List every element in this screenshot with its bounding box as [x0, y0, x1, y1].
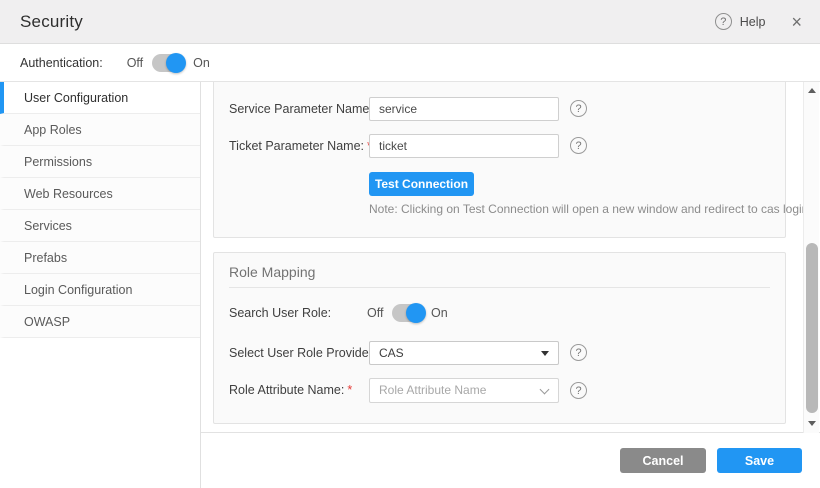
toggle-knob: [406, 303, 426, 323]
service-parameter-help-icon[interactable]: ?: [570, 100, 587, 117]
search-user-role-row: Search User Role: Off On: [229, 301, 770, 325]
user-role-provider-value: CAS: [379, 346, 404, 360]
service-parameter-input[interactable]: [369, 97, 559, 121]
chevron-down-icon: [540, 385, 550, 395]
save-button[interactable]: Save: [717, 448, 802, 473]
help-link[interactable]: Help: [740, 15, 766, 29]
scroll-down-icon[interactable]: [804, 417, 820, 431]
cas-config-panel: Service Parameter Name:* ? Ticket Parame…: [213, 82, 786, 238]
search-user-role-label: Search User Role:: [229, 301, 331, 325]
toggle-knob: [166, 53, 186, 73]
ticket-parameter-label-text: Ticket Parameter Name:: [229, 139, 364, 153]
sidebar-item-user-configuration[interactable]: User Configuration: [0, 82, 200, 114]
sidebar-item-app-roles[interactable]: App Roles: [0, 114, 200, 146]
header-actions: ? Help ×: [715, 13, 820, 31]
sidebar-item-prefabs[interactable]: Prefabs: [0, 242, 200, 274]
authentication-on-label: On: [193, 56, 210, 70]
search-user-role-on-label: On: [431, 301, 448, 325]
test-connection-note: Note: Clicking on Test Connection will o…: [369, 202, 808, 216]
role-mapping-title: Role Mapping: [229, 264, 315, 280]
help-icon[interactable]: ?: [715, 13, 732, 30]
sidebar-item-services[interactable]: Services: [0, 210, 200, 242]
authentication-bar: Authentication: Off On: [0, 44, 820, 82]
dialog-header: Security ? Help ×: [0, 0, 820, 44]
footer-divider: [201, 432, 820, 433]
role-attribute-label: Role Attribute Name:*: [229, 378, 352, 402]
search-user-role-off-label: Off: [367, 301, 383, 325]
page-title: Security: [20, 12, 83, 32]
required-asterisk: *: [347, 383, 352, 397]
search-user-role-toggle[interactable]: [392, 304, 424, 322]
settings-sidebar: User Configuration App Roles Permissions…: [0, 82, 201, 488]
caret-down-icon: [541, 351, 549, 356]
scroll-up-icon[interactable]: [804, 84, 820, 98]
role-mapping-divider: [229, 287, 770, 288]
test-connection-button[interactable]: Test Connection: [369, 172, 474, 196]
ticket-parameter-input[interactable]: [369, 134, 559, 158]
close-icon[interactable]: ×: [791, 13, 802, 31]
cancel-button[interactable]: Cancel: [620, 448, 706, 473]
content-area: Service Parameter Name:* ? Ticket Parame…: [201, 82, 820, 488]
sidebar-item-owasp[interactable]: OWASP: [0, 306, 200, 338]
user-role-provider-label: Select User Role Provider:: [229, 341, 376, 365]
ticket-parameter-help-icon[interactable]: ?: [570, 137, 587, 154]
sidebar-item-login-configuration[interactable]: Login Configuration: [0, 274, 200, 306]
role-attribute-combobox[interactable]: Role Attribute Name: [369, 378, 559, 403]
user-role-provider-select[interactable]: CAS: [369, 341, 559, 365]
vertical-scrollbar[interactable]: [803, 82, 819, 433]
authentication-toggle[interactable]: [152, 54, 184, 72]
ticket-parameter-label: Ticket Parameter Name:*: [229, 134, 372, 158]
authentication-label: Authentication:: [20, 56, 103, 70]
role-attribute-label-text: Role Attribute Name:: [229, 383, 344, 397]
authentication-off-label: Off: [127, 56, 143, 70]
service-parameter-label-text: Service Parameter Name:: [229, 102, 373, 116]
scrollbar-thumb[interactable]: [806, 243, 818, 413]
service-parameter-label: Service Parameter Name:*: [229, 97, 381, 121]
sidebar-item-web-resources[interactable]: Web Resources: [0, 178, 200, 210]
role-attribute-help-icon[interactable]: ?: [570, 382, 587, 399]
sidebar-item-permissions[interactable]: Permissions: [0, 146, 200, 178]
user-role-provider-help-icon[interactable]: ?: [570, 344, 587, 361]
role-mapping-panel: Role Mapping Search User Role: Off On Se…: [213, 252, 786, 424]
role-attribute-placeholder: Role Attribute Name: [379, 383, 486, 397]
